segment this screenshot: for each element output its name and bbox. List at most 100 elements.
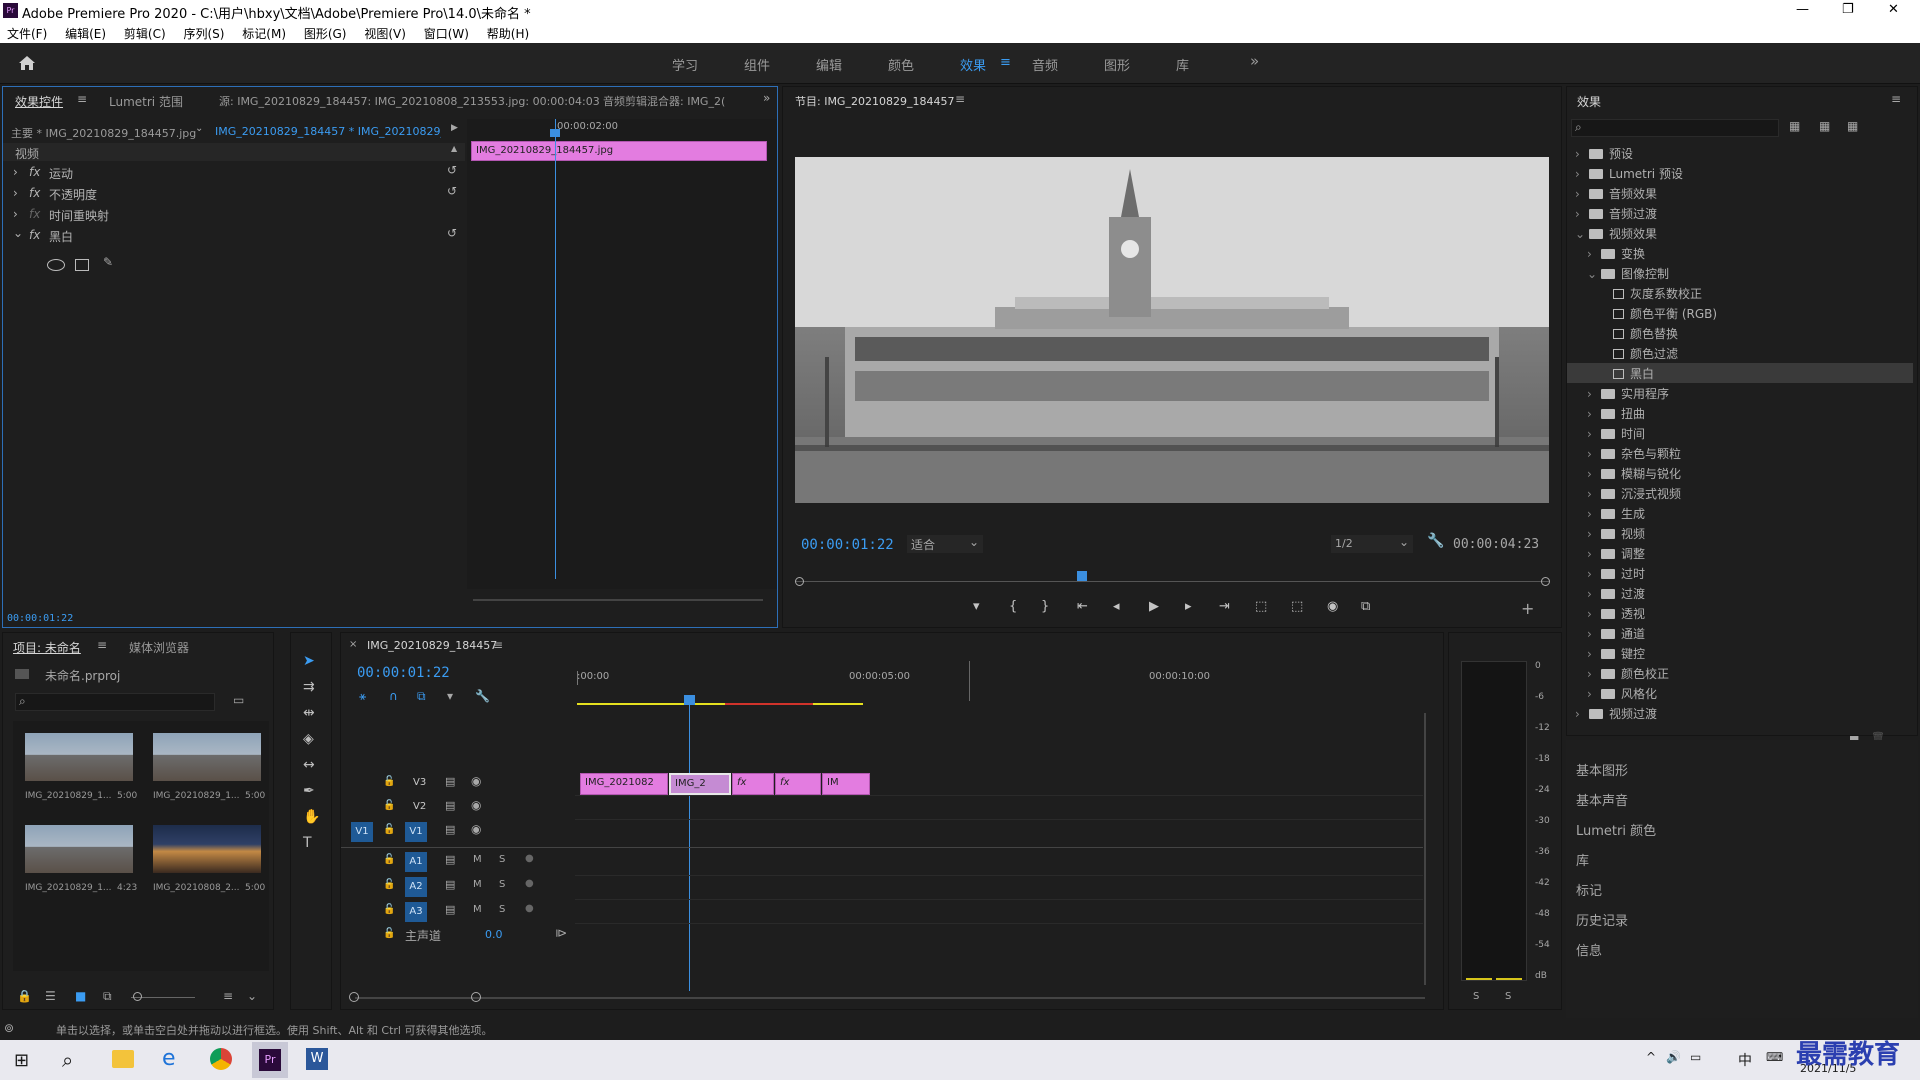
scrub-start-handle[interactable] xyxy=(795,577,804,586)
timeline-horizontal-scrollbar[interactable] xyxy=(355,997,1425,999)
tab-project[interactable]: 项目: 未命名 xyxy=(13,639,81,656)
tray-chevron-icon[interactable]: ^ xyxy=(1646,1050,1656,1064)
solo-button[interactable]: S xyxy=(499,904,505,915)
solo-button[interactable]: S xyxy=(499,854,505,865)
ime-icon[interactable]: 中 xyxy=(1738,1050,1752,1070)
extract-icon[interactable]: ⬚ xyxy=(1291,599,1303,614)
button-editor-icon[interactable]: + xyxy=(1521,599,1534,618)
mark-in-icon[interactable]: { xyxy=(1009,599,1017,614)
freeform-view-icon[interactable]: ⧉ xyxy=(103,989,112,1004)
property-opacity[interactable]: › fx 不透明度 ↺ xyxy=(3,184,465,204)
scroll-up-icon[interactable]: ▲ xyxy=(451,144,457,153)
step-back-icon[interactable]: ◂ xyxy=(1113,599,1120,614)
scrub-end-handle[interactable] xyxy=(1541,577,1550,586)
menu-edit[interactable]: 编辑(E) xyxy=(65,27,106,41)
effects-tree-item[interactable]: › 实用程序 xyxy=(1567,383,1913,403)
menu-graphics[interactable]: 图形(G) xyxy=(304,27,347,41)
panel-menu-icon[interactable]: ≡ xyxy=(77,92,87,106)
chevron-right-icon[interactable]: › xyxy=(1587,447,1597,461)
effects-tree-item[interactable]: › 变换 xyxy=(1567,243,1913,263)
go-to-end-icon[interactable]: ⧐ xyxy=(555,926,567,940)
chevron-down-icon[interactable]: ⌄ xyxy=(195,123,203,134)
mark-out-icon[interactable]: } xyxy=(1041,599,1049,614)
project-item-thumbnail[interactable] xyxy=(153,733,261,781)
collapse-arrow-icon[interactable]: ⌄ xyxy=(13,226,23,240)
sync-lock-icon[interactable]: ▤ xyxy=(445,823,455,836)
chevron-right-icon[interactable]: › xyxy=(1587,587,1597,601)
comparison-view-icon[interactable]: ⧉ xyxy=(1361,599,1370,614)
eye-icon[interactable]: ◉ xyxy=(471,774,481,788)
chevron-right-icon[interactable]: › xyxy=(1587,567,1597,581)
effects-tree-item[interactable]: › 生成 xyxy=(1567,503,1913,523)
menu-sequence[interactable]: 序列(S) xyxy=(183,27,224,41)
chevron-right-icon[interactable]: › xyxy=(1587,647,1597,661)
effects-tree-item[interactable]: › 透视 xyxy=(1567,603,1913,623)
word-icon[interactable]: W xyxy=(306,1048,328,1070)
add-marker-icon[interactable]: ▾ xyxy=(447,689,453,703)
effects-tree-item[interactable]: › 过时 xyxy=(1567,563,1913,583)
slip-tool-icon[interactable]: ↔ xyxy=(303,757,315,773)
list-view-icon[interactable]: ☰ xyxy=(45,989,56,1003)
effects-tree-item[interactable]: › 通道 xyxy=(1567,623,1913,643)
lock-icon[interactable]: 🔒 xyxy=(17,989,32,1003)
property-black-white[interactable]: ⌄ fx 黑白 ↺ xyxy=(3,226,465,246)
lock-icon[interactable]: 🔓 xyxy=(383,800,395,811)
timeline-ruler[interactable]: :00:00 00:00:05:00 00:00:10:00 xyxy=(577,661,1417,707)
zoom-handle[interactable] xyxy=(471,992,481,1002)
keyboard-icon[interactable]: ⌨ xyxy=(1766,1050,1783,1064)
chevron-right-icon[interactable]: › xyxy=(1587,427,1597,441)
chevron-down-icon[interactable]: ⌄ xyxy=(1587,267,1597,281)
hand-tool-icon[interactable]: ✋ xyxy=(303,809,320,825)
effects-tree-item[interactable]: › 沉浸式视频 xyxy=(1567,483,1913,503)
type-tool-icon[interactable]: T xyxy=(303,835,312,851)
lock-icon[interactable]: 🔓 xyxy=(383,879,395,890)
mic-icon[interactable]: ● xyxy=(525,903,534,914)
workspace-graphics[interactable]: 图形 xyxy=(1104,55,1130,74)
step-forward-icon[interactable]: ▸ xyxy=(1185,599,1192,614)
chevron-right-icon[interactable]: › xyxy=(1575,167,1585,181)
timeline-playhead-head[interactable] xyxy=(684,695,695,705)
ec-playhead[interactable] xyxy=(555,119,556,579)
menu-window[interactable]: 窗口(W) xyxy=(424,27,469,41)
play-arrow-icon[interactable]: ▶ xyxy=(451,123,458,133)
effects-tree-item[interactable]: › 时间 xyxy=(1567,423,1913,443)
program-playhead[interactable] xyxy=(1077,571,1087,581)
chevron-down-icon[interactable]: ⌄ xyxy=(247,989,257,1003)
selection-tool-icon[interactable]: ➤ xyxy=(303,653,315,669)
section-history[interactable]: 历史记录 xyxy=(1576,910,1628,929)
track-label[interactable]: V2 xyxy=(413,801,426,812)
project-item-thumbnail[interactable] xyxy=(153,825,261,873)
reset-icon[interactable]: ↺ xyxy=(447,163,457,177)
section-lumetri-color[interactable]: Lumetri 颜色 xyxy=(1576,820,1656,839)
more-workspaces-button[interactable]: » xyxy=(1250,52,1259,70)
timeline-vertical-scrollbar[interactable] xyxy=(1424,713,1426,985)
tab-effect-controls[interactable]: 效果控件 xyxy=(15,93,63,110)
solo-button[interactable]: S xyxy=(499,879,505,890)
section-libraries[interactable]: 库 xyxy=(1576,850,1589,869)
effects-tree-item[interactable]: › 音频过渡 xyxy=(1567,203,1913,223)
minimize-button[interactable]: — xyxy=(1796,2,1809,17)
track-label[interactable]: A2 xyxy=(405,877,427,897)
zoom-handle[interactable] xyxy=(349,992,359,1002)
chevron-right-icon[interactable]: › xyxy=(1575,187,1585,201)
chrome-icon[interactable] xyxy=(210,1048,232,1070)
effects-tree-item[interactable]: › 风格化 xyxy=(1567,683,1913,703)
expand-arrow-icon[interactable]: › xyxy=(13,207,18,221)
chevron-right-icon[interactable]: › xyxy=(1587,247,1597,261)
sync-lock-icon[interactable]: ▤ xyxy=(445,878,455,891)
workspace-editing[interactable]: 编辑 xyxy=(816,55,842,74)
sync-lock-icon[interactable]: ▤ xyxy=(445,903,455,916)
ec-zoom-scrollbar[interactable] xyxy=(473,599,763,601)
effects-tree-item[interactable]: › 过渡 xyxy=(1567,583,1913,603)
search-icon[interactable]: ⌕ xyxy=(62,1048,73,1072)
play-icon[interactable]: ▶ xyxy=(1149,599,1159,614)
chevron-right-icon[interactable]: › xyxy=(1575,207,1585,221)
sequence-clip-label[interactable]: IMG_20210829_184457 * IMG_20210829_... xyxy=(215,125,441,138)
panel-menu-icon[interactable]: ≡ xyxy=(97,638,107,652)
timeline-timecode[interactable]: 00:00:01:22 xyxy=(357,665,450,681)
menu-help[interactable]: 帮助(H) xyxy=(487,27,529,41)
expand-arrow-icon[interactable]: › xyxy=(13,165,18,179)
reset-icon[interactable]: ↺ xyxy=(447,184,457,198)
windows-start-icon[interactable]: ⊞ xyxy=(14,1050,29,1071)
program-scrub-bar[interactable] xyxy=(795,571,1551,586)
